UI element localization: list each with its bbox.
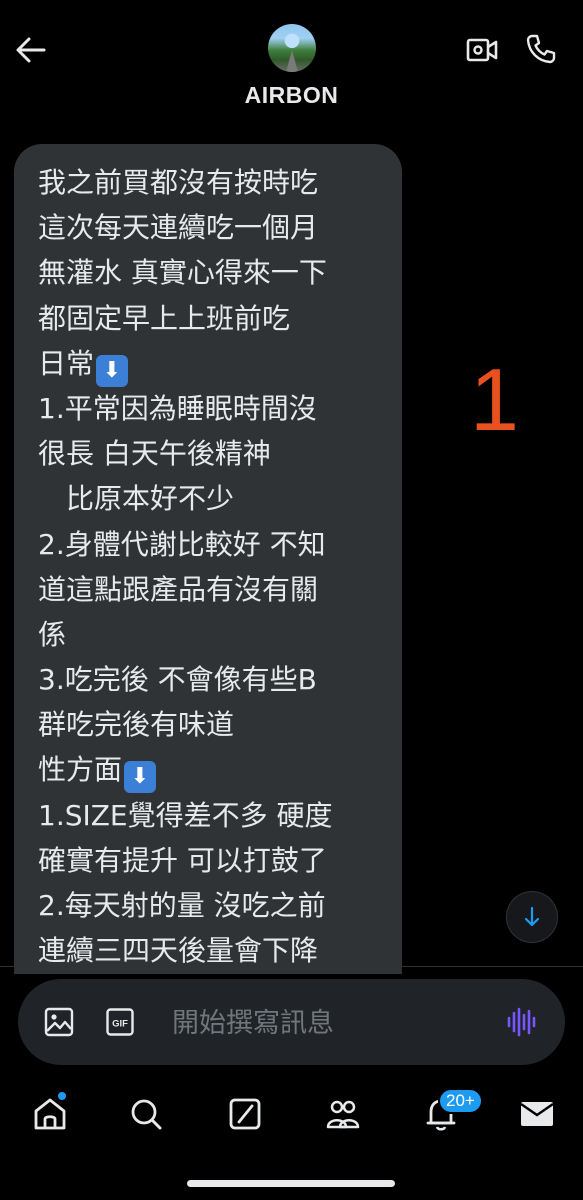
- message-line: 1.SIZE覺得差不多 硬度: [38, 798, 333, 832]
- phone-call-button[interactable]: [525, 33, 557, 65]
- message-line: 無灌水 真實心得來一下: [38, 256, 327, 290]
- message-line: 2.每天射的量 沒吃之前: [38, 889, 326, 922]
- received-message-bubble[interactable]: 我之前買都沒有按時吃 這次每天連續吃一個月 無灌水 真實心得來一下 都固定早上上…: [14, 144, 402, 974]
- message-line: 群吃完後有味道: [38, 708, 235, 742]
- voice-message-button[interactable]: [506, 1007, 538, 1037]
- gif-label: GIF: [112, 1019, 128, 1030]
- nav-search[interactable]: [126, 1094, 166, 1134]
- nav-communities[interactable]: [323, 1094, 363, 1134]
- scroll-to-bottom-button[interactable]: [506, 891, 558, 943]
- down-arrow-emoji: ⬇: [124, 761, 157, 794]
- back-button[interactable]: [14, 34, 48, 66]
- message-line: 道這點跟產品有沒有關: [38, 572, 319, 606]
- arrow-down-icon: [524, 906, 540, 927]
- message-composer: GIF: [18, 979, 565, 1065]
- voice-waveform-icon: [507, 1007, 536, 1037]
- video-camera-icon: [466, 38, 498, 62]
- unread-dot: [58, 1092, 66, 1100]
- communities-icon: [326, 1100, 360, 1129]
- message-line: 很長 白天午後精神: [38, 437, 271, 471]
- conversation-header: AIRBON: [0, 0, 583, 125]
- message-line: 係: [38, 617, 67, 651]
- gif-icon: GIF: [106, 1008, 134, 1036]
- message-input[interactable]: [170, 1001, 494, 1045]
- contact-avatar[interactable]: [268, 24, 316, 72]
- add-gif-button[interactable]: GIF: [106, 1008, 134, 1036]
- divider: [0, 966, 583, 967]
- nav-messages[interactable]: [517, 1094, 557, 1134]
- message-line: 我之前買都沒有按時吃: [38, 166, 319, 199]
- message-line: 都固定早上上班前吃: [38, 301, 291, 335]
- message-line: 1.平常因為睡眠時間沒: [38, 391, 317, 425]
- add-image-button[interactable]: [44, 1007, 74, 1037]
- nav-grok[interactable]: [225, 1094, 265, 1134]
- bottom-navigation: [0, 1080, 583, 1150]
- message-line: 這次每天連續吃一個月: [38, 211, 319, 245]
- grok-icon: [229, 1098, 261, 1130]
- image-icon: [44, 1007, 74, 1037]
- message-line: 性方面 ⬇: [38, 747, 398, 794]
- down-arrow-emoji: ⬇: [96, 354, 129, 387]
- message-line: 3.吃完後 不會像有些B: [38, 663, 317, 697]
- arrow-left-icon: [16, 37, 46, 63]
- message-line: 2.身體代謝比較好 不知: [38, 527, 326, 561]
- home-icon: [34, 1098, 66, 1130]
- message-line: 日常 ⬇: [38, 341, 398, 387]
- notification-badge: 20+: [438, 1088, 483, 1114]
- search-icon: [131, 1099, 162, 1130]
- nav-home[interactable]: [30, 1094, 70, 1134]
- message-line: 確實有提升 可以打鼓了: [38, 843, 327, 877]
- envelope-icon: [520, 1102, 554, 1126]
- message-line: 比原本好不少: [38, 482, 235, 516]
- home-indicator: [187, 1180, 395, 1187]
- message-line-text: 性方面: [38, 753, 123, 787]
- phone-icon: [526, 34, 556, 64]
- message-line-text: 日常: [38, 346, 95, 380]
- annotation-number: 1: [470, 350, 519, 449]
- video-call-button[interactable]: [466, 36, 498, 64]
- contact-name[interactable]: AIRBON: [0, 82, 583, 109]
- message-text: 我之前買都沒有按時吃 這次每天連續吃一個月 無灌水 真實心得來一下 都固定早上上…: [38, 160, 398, 973]
